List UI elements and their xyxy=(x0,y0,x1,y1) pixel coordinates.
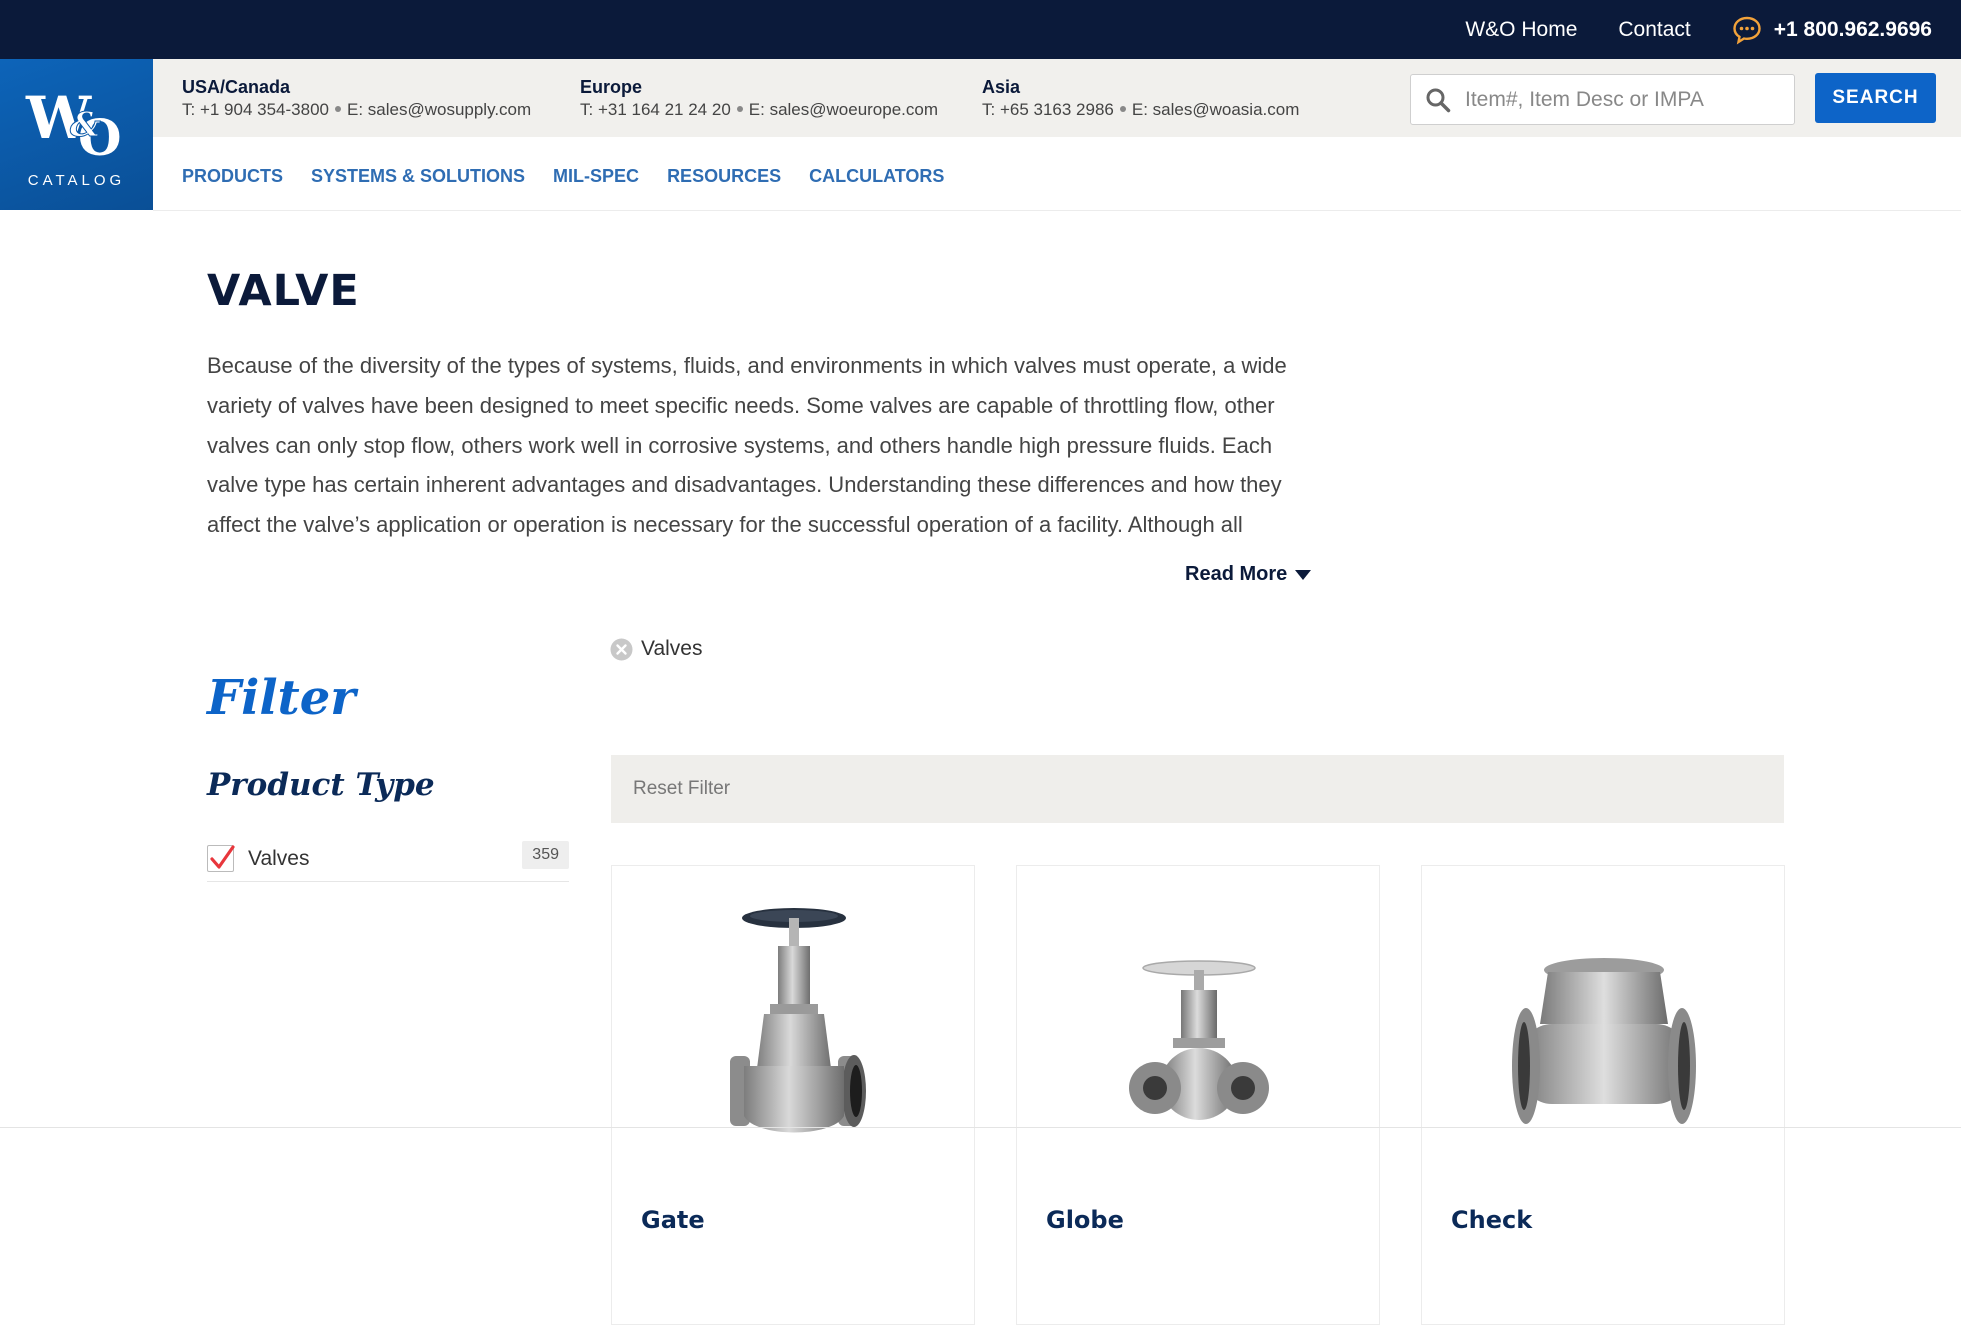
category-description: Because of the diversity of the types of… xyxy=(207,353,1287,538)
bullet-dot xyxy=(334,106,341,113)
product-card-gate[interactable]: Gate xyxy=(611,865,975,1325)
wo-logo-mark: W O & xyxy=(25,84,122,167)
top-utility-bar: W&O Home Contact +1 800.962.9696 xyxy=(0,0,1961,59)
active-filter-chip[interactable]: Valves xyxy=(610,637,702,661)
region-phone: T: +65 3163 2986 xyxy=(982,100,1114,119)
region-usa-canada: USA/Canada T: +1 904 354-3800 E: sales@wo… xyxy=(182,77,531,120)
checkmark-icon xyxy=(210,845,235,869)
region-name: Asia xyxy=(982,77,1021,97)
facet-checkbox[interactable] xyxy=(207,845,235,872)
svg-text:&: & xyxy=(70,105,101,145)
region-phone: T: +31 164 21 24 20 xyxy=(580,100,731,119)
region-info: T: +1 904 354-3800 E: sales@wosupply.com xyxy=(182,100,531,120)
phone-contact[interactable]: +1 800.962.9696 xyxy=(1732,15,1932,45)
region-phone: T: +1 904 354-3800 xyxy=(182,100,329,119)
region-info: T: +65 3163 2986 E: sales@woasia.com xyxy=(982,100,1299,120)
product-title[interactable]: Gate xyxy=(641,1206,705,1234)
logo-subtitle: CATALOG xyxy=(27,172,126,189)
home-link[interactable]: W&O Home xyxy=(1465,18,1577,42)
region-email[interactable]: E: sales@woeurope.com xyxy=(749,100,938,119)
read-more-label: Read More xyxy=(1185,563,1288,585)
product-card-globe[interactable]: Globe xyxy=(1016,865,1380,1325)
gate-valve-image xyxy=(730,908,866,1133)
check-valve-image xyxy=(1512,958,1696,1124)
active-filter-label: Valves xyxy=(641,637,703,660)
region-asia: Asia T: +65 3163 2986 E: sales@woasia.com xyxy=(982,77,1299,120)
contact-link[interactable]: Contact xyxy=(1618,18,1690,42)
wo-catalog-logo[interactable]: W O & CATALOG xyxy=(0,59,153,210)
nav-item-mil-spec[interactable]: MIL-SPEC xyxy=(553,166,639,190)
chat-bubble-icon xyxy=(1733,16,1761,45)
search-button[interactable]: SEARCH xyxy=(1815,73,1936,123)
fold-divider xyxy=(0,1127,1961,1128)
region-name: Europe xyxy=(580,77,643,97)
reset-filter-label: Reset Filter xyxy=(633,778,731,799)
reset-filter-bar[interactable]: Reset Filter xyxy=(611,755,1784,823)
remove-filter-icon[interactable] xyxy=(610,638,633,661)
product-title[interactable]: Globe xyxy=(1046,1206,1124,1234)
nav-item-products[interactable]: PRODUCTS xyxy=(182,166,283,190)
main-nav: PRODUCTS SYSTEMS & SOLUTIONS MIL-SPEC RE… xyxy=(182,166,972,190)
caret-down-icon xyxy=(1295,569,1312,580)
region-info: T: +31 164 21 24 20 E: sales@woeurope.com xyxy=(580,100,938,120)
region-europe: Europe T: +31 164 21 24 20 E: sales@woeur… xyxy=(580,77,938,120)
product-type-heading: Product Type xyxy=(207,767,435,803)
page-title: VALVE xyxy=(207,266,360,316)
globe-valve-image xyxy=(1129,960,1269,1120)
facet-count-badge: 359 xyxy=(522,840,569,869)
region-email[interactable]: E: sales@wosupply.com xyxy=(347,100,531,119)
product-title[interactable]: Check xyxy=(1451,1206,1532,1234)
filter-heading: Filter xyxy=(207,670,356,726)
search-input[interactable] xyxy=(1463,86,1783,113)
nav-item-calculators[interactable]: CALCULATORS xyxy=(809,166,944,190)
nav-item-systems-solutions[interactable]: SYSTEMS & SOLUTIONS xyxy=(311,166,525,190)
region-email[interactable]: E: sales@woasia.com xyxy=(1132,100,1300,119)
phone-number: +1 800.962.9696 xyxy=(1773,17,1932,41)
read-more-button[interactable]: Read More xyxy=(1185,563,1312,586)
facet-row-valves[interactable]: Valves 359 xyxy=(207,836,569,882)
facet-label: Valves xyxy=(248,846,310,870)
region-name: USA/Canada xyxy=(182,77,291,97)
nav-item-resources[interactable]: RESOURCES xyxy=(667,166,781,190)
product-card-check[interactable]: Check xyxy=(1421,865,1785,1325)
search-icon xyxy=(1426,88,1451,112)
search-box[interactable] xyxy=(1410,74,1795,125)
bullet-dot xyxy=(1119,106,1126,113)
top-links: W&O Home Contact +1 800.962.9696 xyxy=(1424,0,1932,59)
nav-divider xyxy=(153,210,1961,211)
bullet-dot xyxy=(736,106,743,113)
